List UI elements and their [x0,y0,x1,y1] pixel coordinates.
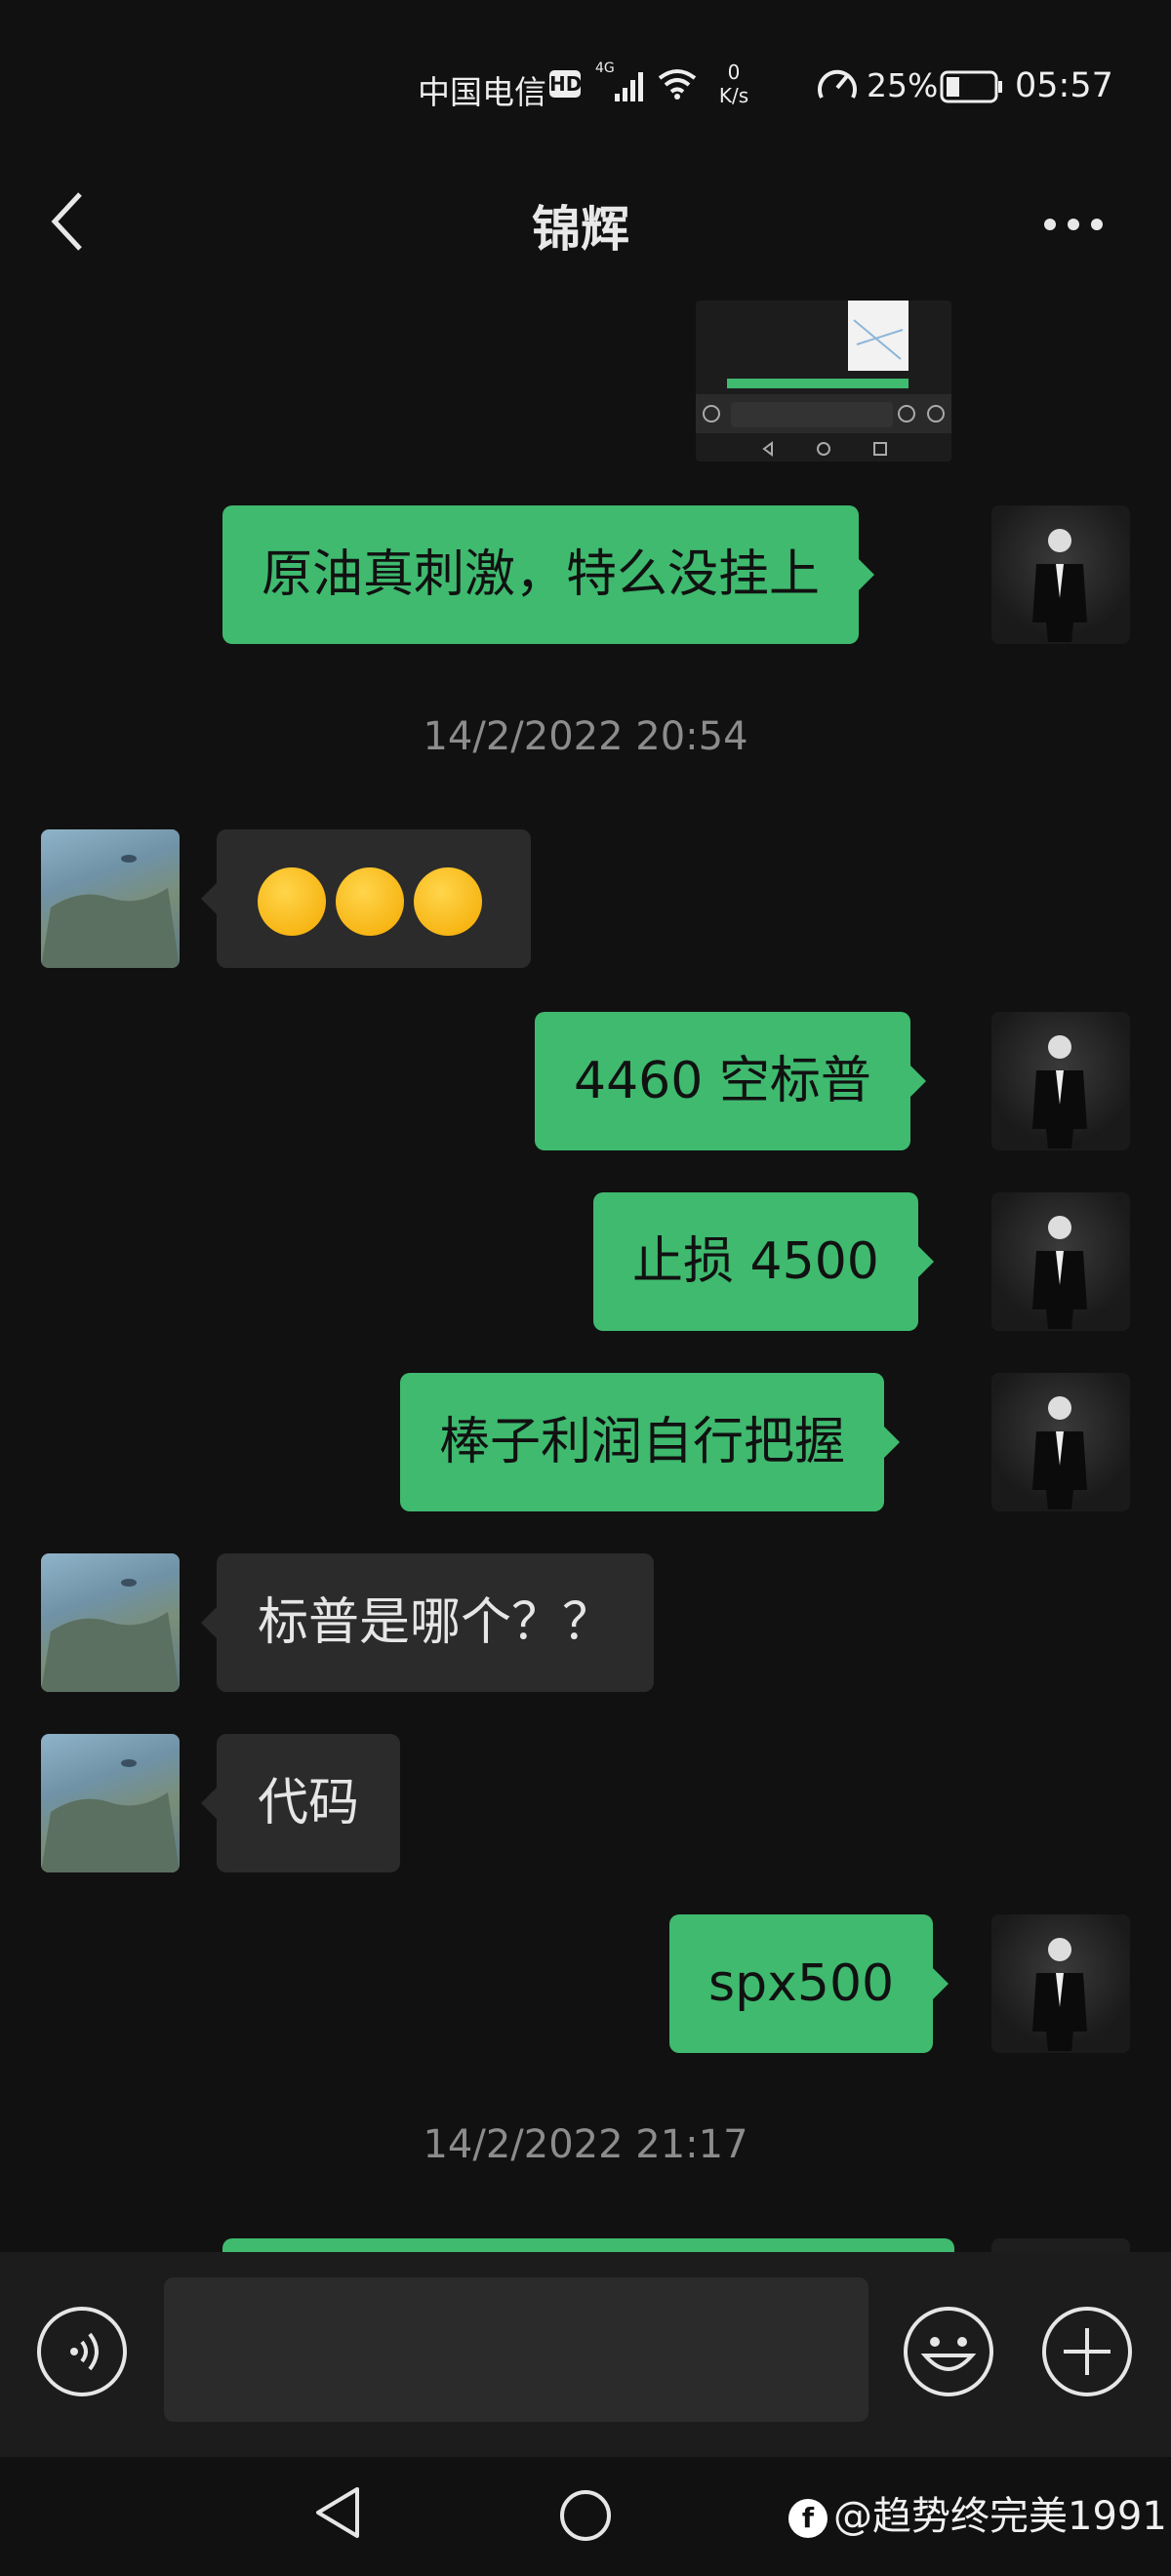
net-speed-unit: K/s [718,84,749,107]
avatar-image [41,1759,180,1872]
crying-laughing-emoji-icon [336,867,404,936]
message-timestamp: 14/2/2022 20:54 [423,714,748,759]
emoji-picker-icon[interactable] [902,2305,995,2398]
my-avatar[interactable] [991,1914,1130,2053]
my-avatar[interactable] [991,505,1130,644]
my-avatar[interactable] [991,1192,1130,1331]
outgoing-message-bubble[interactable]: 止损 4500 [593,1192,934,1331]
message-timestamp: 14/2/2022 21:17 [423,2122,748,2167]
outgoing-message-bubble[interactable]: 原油真刺激，特么没挂上 [222,505,875,644]
contact-avatar[interactable] [41,1553,180,1692]
crying-laughing-emoji-icon [414,867,482,936]
incoming-emoji-message[interactable] [201,829,531,968]
avatar-image [1032,529,1087,642]
avatar-image [41,1579,180,1692]
chat-title: 锦辉 [532,201,629,258]
more-options-icon[interactable] [1042,217,1105,232]
net-speed-value: 0 [727,60,741,84]
avatar-image [1032,1035,1087,1148]
watermark-logo-icon: f [788,2499,828,2538]
watermark: f @趋势终完美1991 [788,2484,1167,2541]
outgoing-message-bubble[interactable]: spx500 [669,1914,949,2053]
avatar-image [1032,1396,1087,1509]
incoming-message-bubble[interactable]: 标普是哪个？？ [200,1553,655,1692]
crying-laughing-emoji-icon [258,867,326,936]
incoming-message-bubble[interactable]: 代码 [200,1734,401,1872]
nav-back-icon[interactable] [310,2483,365,2542]
net-speed: 0 K/s [714,60,753,107]
image-message-thumbnail[interactable] [696,301,951,462]
my-avatar[interactable] [991,1373,1130,1511]
battery-icon [940,70,1002,103]
battery-percent: 25% [867,66,939,104]
outgoing-message-bubble[interactable]: 棒子利润自行把握 [400,1373,901,1511]
carrier-label: 中国电信 [418,73,546,111]
contact-avatar[interactable] [41,829,180,968]
screenshot-preview-image [696,301,951,462]
svg-text:4G: 4G [595,60,615,76]
hd-badge: HD [549,70,583,98]
outgoing-message-bubble[interactable]: 4460 空标普 [535,1012,926,1150]
signal-icon: 4G [595,60,643,101]
message-input[interactable] [164,2277,868,2422]
add-attachment-icon[interactable] [1040,2305,1134,2398]
status-bar: 中国电信 HD 4G 0 K/s 25% 05:57 [0,49,1171,127]
nav-home-icon[interactable] [556,2486,615,2545]
watermark-text: @趋势终完美1991 [833,2494,1167,2539]
clock: 05:57 [1015,66,1113,105]
wifi-icon [658,69,697,100]
voice-input-icon[interactable] [35,2305,129,2398]
my-avatar[interactable] [991,1012,1130,1150]
avatar-image [1032,1216,1087,1329]
avatar-image [41,855,180,968]
speedometer-icon [818,69,857,99]
avatar-image [1032,1938,1087,2051]
contact-avatar[interactable] [41,1734,180,1872]
